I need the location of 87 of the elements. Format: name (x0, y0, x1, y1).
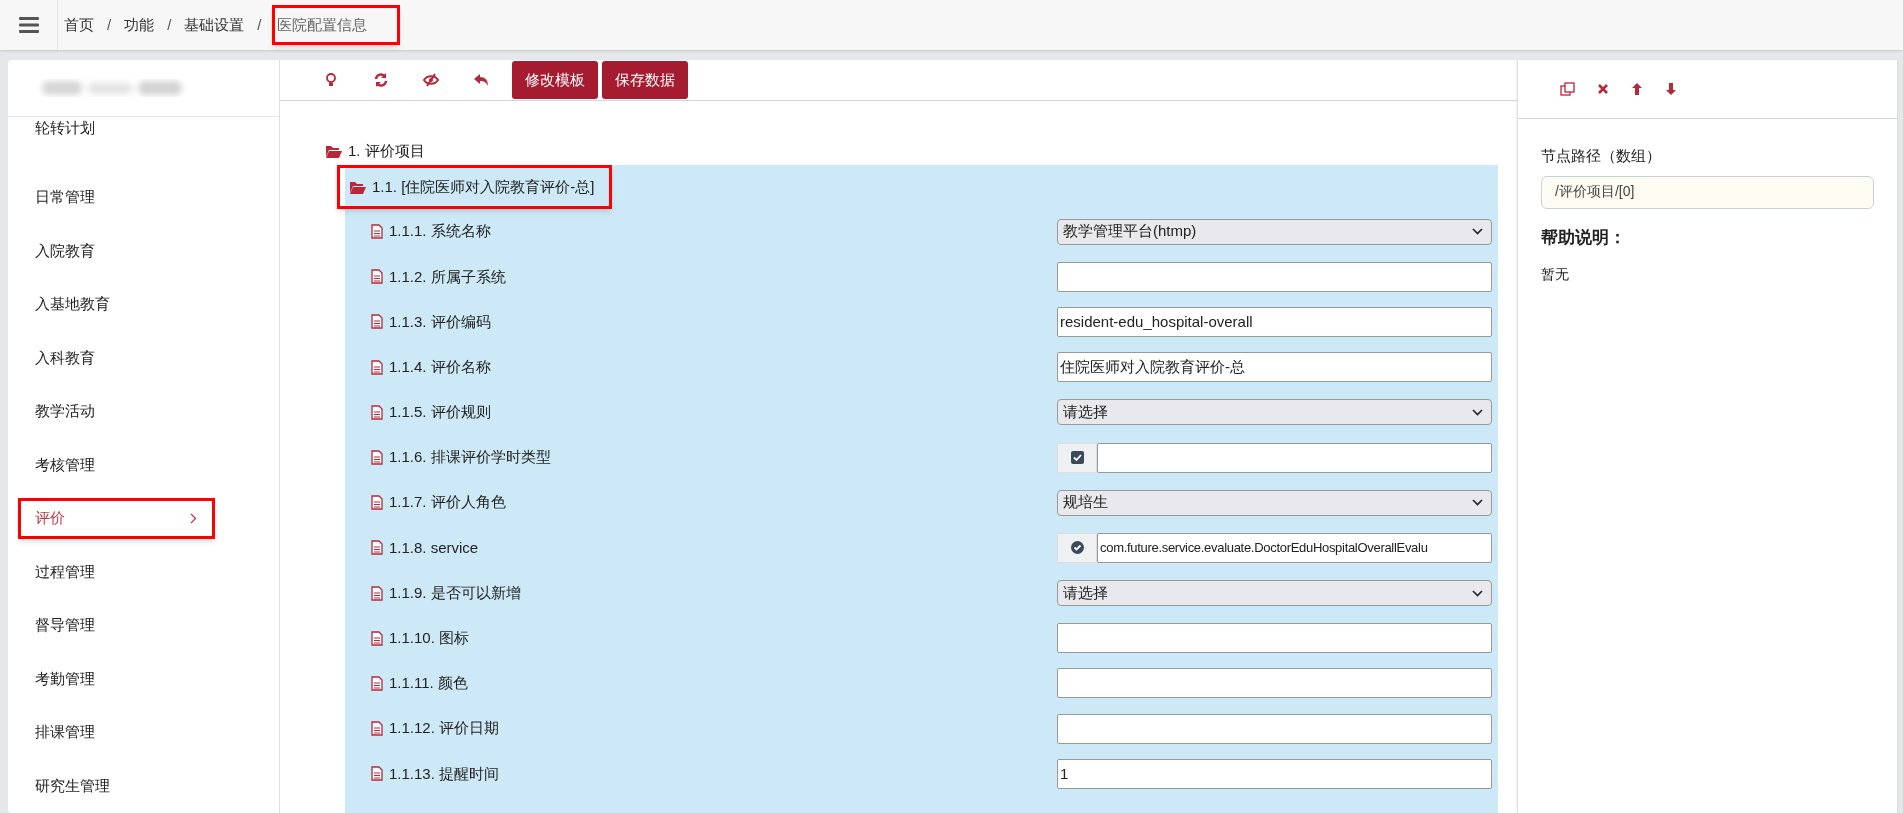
select-field[interactable]: 请选择 (1057, 580, 1492, 607)
input-field[interactable] (1057, 713, 1492, 744)
sidebar-item[interactable]: 入科教育 (8, 331, 279, 385)
document-icon (371, 314, 383, 330)
sidebar-item[interactable]: 考勤管理 (8, 652, 279, 706)
input-field[interactable] (1057, 668, 1492, 699)
checked-box-icon (1070, 451, 1084, 465)
select-field[interactable]: 教学管理平台(htmp) (1057, 218, 1492, 245)
field-label: 1.1.7. 评价人角色 (389, 492, 506, 513)
field-label: 1.1.3. 评价编码 (389, 311, 491, 332)
tree-node-label[interactable]: 1.1. [住院医师对入院教育评价-总] (372, 175, 595, 199)
refresh-icon[interactable] (373, 72, 389, 88)
input-field[interactable]: 住院医师对入院教育评价-总 (1057, 352, 1492, 383)
folder-icon (350, 180, 366, 194)
input-field[interactable]: 1 (1057, 758, 1492, 789)
field-label: 1.1.8. service (389, 537, 479, 558)
chevron-down-icon (1472, 228, 1483, 236)
field-label: 1.1.12. 评价日期 (389, 718, 500, 739)
eye-slash-icon[interactable] (423, 73, 439, 87)
document-icon (371, 721, 383, 737)
toolbar-button[interactable]: 保存数据 (602, 61, 688, 99)
sidebar-item[interactable]: 轮转计划 (8, 117, 279, 171)
field-label: 1.1.11. 颜色 (389, 673, 468, 694)
sidebar-item[interactable]: 入院教育 (8, 224, 279, 278)
field-label: 1.1.9. 是否可以新增 (389, 582, 521, 603)
sidebar-item[interactable]: 日常管理 (8, 170, 279, 224)
undo-icon[interactable] (473, 73, 489, 87)
bulb-icon[interactable] (325, 73, 337, 87)
sidebar-item[interactable]: 考核管理 (8, 438, 279, 492)
document-icon (371, 675, 383, 691)
close-icon[interactable] (1597, 83, 1609, 95)
document-icon (371, 585, 383, 601)
help-title: 帮助说明： (1541, 226, 1627, 249)
document-icon (371, 404, 383, 420)
sidebar-item[interactable]: 过程管理 (8, 545, 279, 599)
field-label: 1.1.10. 图标 (389, 628, 470, 649)
field-label: 1.1.5. 评价规则 (389, 402, 491, 423)
field-label: 1.1.13. 提醒时间 (389, 763, 500, 784)
menu-icon[interactable] (18, 17, 39, 33)
help-text: 暂无 (1541, 265, 1570, 284)
chevron-right-icon (190, 512, 197, 524)
check-circle-icon (1070, 541, 1084, 555)
sidebar-item[interactable]: 教学活动 (8, 384, 279, 438)
breadcrumb-item[interactable]: 首页 (61, 4, 97, 46)
chevron-down-icon (1472, 408, 1483, 416)
document-icon (371, 269, 383, 285)
field-label: 节点路径（数组） (1541, 146, 1662, 166)
input-field[interactable] (1057, 261, 1492, 292)
document-icon (371, 766, 383, 782)
toolbar-button[interactable]: 修改模板 (512, 61, 598, 99)
input-field[interactable] (1057, 623, 1492, 654)
chevron-down-icon (1472, 589, 1483, 597)
document-icon (371, 540, 383, 556)
input-addon[interactable] (1057, 442, 1097, 473)
input-addon[interactable] (1057, 532, 1097, 563)
field-label: 1.1.6. 排课评价学时类型 (389, 447, 551, 468)
breadcrumb-item[interactable]: 医院配置信息 (271, 4, 400, 46)
document-icon (371, 495, 383, 511)
arrow-down-icon[interactable] (1665, 82, 1677, 96)
select-field[interactable]: 规培生 (1057, 489, 1492, 516)
field-label: 1.1.4. 评价名称 (389, 356, 491, 377)
arrow-up-icon[interactable] (1631, 82, 1643, 96)
chevron-down-icon (1472, 499, 1483, 507)
folder-icon (326, 144, 342, 158)
field-label: 1.1.2. 所属子系统 (389, 266, 506, 287)
document-icon (371, 359, 383, 375)
breadcrumb-separator: / (107, 14, 112, 35)
input-field[interactable]: resident-edu_hospital-overall (1057, 306, 1492, 337)
document-icon (371, 630, 383, 646)
input-field[interactable]: com.future.service.evaluate.DoctorEduHospitalOverallEvalu (1097, 532, 1492, 563)
input-field[interactable] (1097, 442, 1492, 473)
copy-icon[interactable] (1560, 82, 1575, 96)
sidebar-item[interactable]: 研究生管理 (8, 759, 279, 813)
field-label: 1.1.1. 系统名称 (389, 221, 491, 242)
document-icon (371, 224, 383, 240)
path-field[interactable]: /评价项目/[0] (1541, 175, 1874, 209)
select-field[interactable]: 请选择 (1057, 399, 1492, 426)
sidebar-item[interactable]: 排课管理 (8, 705, 279, 759)
breadcrumb-item[interactable]: 功能 (121, 4, 158, 46)
document-icon (371, 450, 383, 466)
sidebar-item[interactable]: 评价 (8, 491, 279, 545)
tree-node-label[interactable]: 1. 评价项目 (348, 139, 425, 163)
breadcrumb-separator: / (257, 14, 262, 35)
breadcrumb-item[interactable]: 基础设置 (181, 4, 248, 46)
sidebar-item[interactable]: 督导管理 (8, 598, 279, 652)
breadcrumb-separator: / (167, 14, 172, 35)
sidebar-item[interactable]: 入基地教育 (8, 277, 279, 331)
